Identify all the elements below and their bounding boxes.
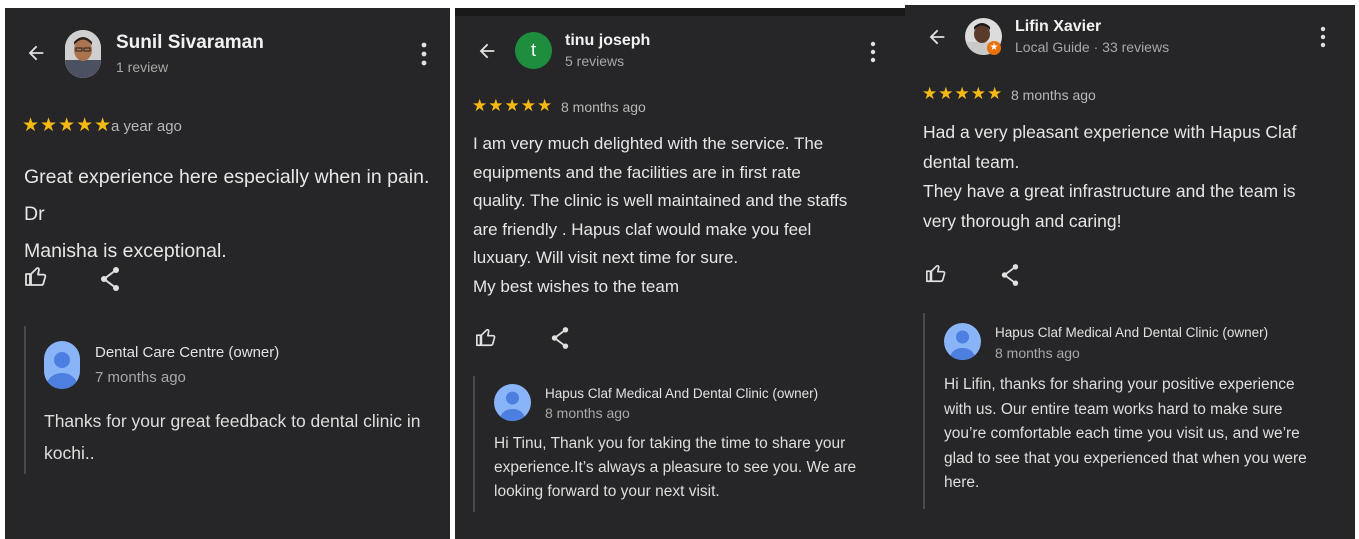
author-avatar[interactable] (65, 30, 101, 78)
reply-divider (24, 326, 26, 474)
review-text: I am very much delighted with the servic… (473, 134, 848, 296)
thumb-up-icon[interactable] (475, 326, 497, 348)
star-rating: ★★★★★ (922, 84, 1004, 103)
author-name[interactable]: tinu joseph (565, 32, 650, 50)
review-time: a year ago (111, 118, 182, 135)
owner-reply-text: Thanks for your great feedback to dental… (44, 411, 421, 463)
author-name[interactable]: Sunil Sivaraman (116, 32, 264, 54)
thumb-up-icon[interactable] (24, 264, 48, 288)
review-panel-tinu: t tinu joseph 5 reviews ★★★★★ 8 months a… (455, 16, 905, 539)
more-vert-icon[interactable] (412, 40, 436, 68)
review-text: Great experience here especially when in… (24, 166, 430, 262)
person-avatar-icon[interactable] (44, 341, 80, 389)
owner-name[interactable]: Hapus Claf Medical And Dental Clinic (ow… (995, 325, 1268, 340)
owner-name[interactable]: Hapus Claf Medical And Dental Clinic (ow… (545, 386, 818, 401)
author-initial: t (530, 40, 536, 60)
arrow-back-icon[interactable] (476, 40, 498, 62)
review-time: 8 months ago (561, 99, 646, 115)
reply-divider (473, 376, 475, 512)
more-vert-icon[interactable] (1311, 25, 1335, 49)
share-icon[interactable] (1000, 263, 1020, 287)
person-avatar-icon[interactable] (494, 384, 531, 421)
arrow-back-icon[interactable] (25, 42, 47, 64)
review-panel-lifin: ★ Lifin Xavier Local Guide · 33 reviews … (905, 5, 1355, 539)
status-strip (455, 8, 905, 16)
author-meta: 1 review (116, 59, 169, 75)
more-vert-icon[interactable] (861, 40, 885, 64)
star-rating: ★★★★★ (22, 115, 113, 136)
owner-reply-text: Hi Tinu, Thank you for taking the time t… (494, 435, 857, 500)
person-avatar-icon[interactable] (944, 323, 981, 360)
local-guide-badge-icon: ★ (987, 41, 1001, 55)
share-icon[interactable] (550, 326, 570, 350)
share-icon[interactable] (99, 266, 121, 292)
owner-name[interactable]: Dental Care Centre (owner) (95, 344, 279, 361)
arrow-back-icon[interactable] (926, 26, 948, 48)
owner-reply-text: Hi Lifin, thanks for sharing your positi… (944, 376, 1307, 491)
thumb-up-icon[interactable] (925, 262, 947, 284)
star-rating: ★★★★★ (472, 96, 554, 115)
author-name[interactable]: Lifin Xavier (1015, 18, 1101, 36)
owner-reply-time: 7 months ago (95, 369, 186, 386)
owner-reply-time: 8 months ago (995, 345, 1080, 361)
author-meta: 5 reviews (565, 53, 625, 69)
reply-divider (923, 313, 925, 509)
review-panel-sunil: Sunil Sivaraman 1 review ★★★★★ a year ag… (5, 8, 450, 539)
review-time: 8 months ago (1011, 87, 1096, 103)
author-meta: Local Guide · 33 reviews (1015, 39, 1170, 55)
owner-reply-time: 8 months ago (545, 405, 630, 421)
review-text: Had a very pleasant experience with Hapu… (923, 122, 1297, 231)
author-avatar[interactable]: t (515, 32, 552, 69)
